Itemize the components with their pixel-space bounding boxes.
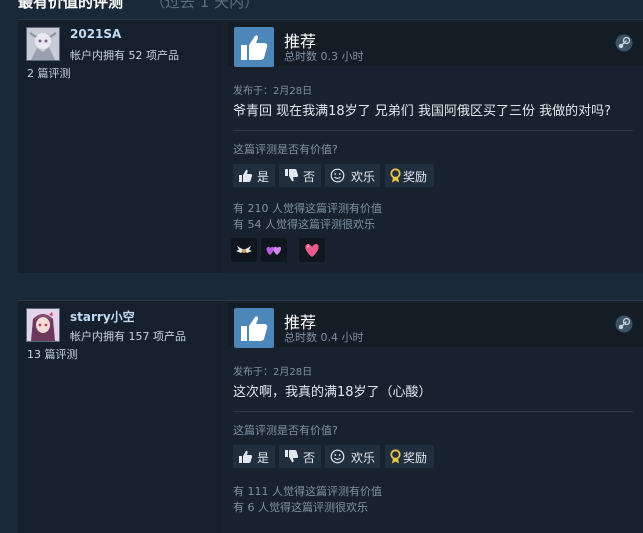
playtime: 总时数 0.3 小时 xyxy=(284,50,364,63)
heart-award-icon[interactable] xyxy=(299,238,325,262)
vote-yes-button[interactable]: 是 xyxy=(233,164,275,187)
section-title: 最有价值的评测 xyxy=(18,0,124,11)
review-author: 2021SA 帐户内拥有 52 项产品 2 篇评测 xyxy=(18,20,223,273)
review-card: 2021SA 帐户内拥有 52 项产品 2 篇评测 推荐 总时数 0.3 小时 … xyxy=(18,19,643,273)
avatar[interactable] xyxy=(26,308,60,342)
vote-no-button[interactable]: 否 xyxy=(279,164,321,187)
helpful-question: 这篇评测是否有价值? xyxy=(233,424,338,437)
posted-date: 发布于：2月28日 xyxy=(233,367,313,378)
award-ribbon-icon xyxy=(390,449,401,464)
products-owned[interactable]: 帐户内拥有 157 项产品 xyxy=(70,328,186,344)
review-author: starry小空 帐户内拥有 157 项产品 13 篇评测 xyxy=(18,301,223,533)
smiley-icon xyxy=(330,449,345,464)
award-button[interactable]: 奖励 xyxy=(385,164,434,187)
review-content: 这次啊，我真的满18岁了（心酸） xyxy=(233,385,432,400)
thumbs-down-icon xyxy=(285,450,299,463)
thumbs-down-icon xyxy=(285,169,299,182)
thumbs-up-icon xyxy=(234,308,274,348)
award-label: 奖励 xyxy=(403,170,428,184)
thumbs-up-icon xyxy=(234,27,274,67)
products-owned[interactable]: 帐户内拥有 52 项产品 xyxy=(70,47,179,63)
playtime: 总时数 0.4 小时 xyxy=(284,331,364,344)
review-body: 推荐 总时数 0.3 小时 发布于：2月28日 爷青回 现在我满18岁了 兄弟们… xyxy=(223,20,643,273)
vote-funny-button[interactable]: 欢乐 xyxy=(325,445,380,468)
review-body: 推荐 总时数 0.4 小时 发布于：2月28日 这次啊，我真的满18岁了（心酸）… xyxy=(223,301,643,533)
helpful-count: 有 210 人觉得这篇评测有价值 xyxy=(233,202,382,215)
review-content: 爷青回 现在我满18岁了 兄弟们 我国阿俄区买了三份 我做的对吗? xyxy=(233,104,611,119)
section-header: 最有价值的评测 （过去 1 天内） xyxy=(0,0,643,12)
vote-funny-label: 欢乐 xyxy=(351,451,376,465)
review-count[interactable]: 13 篇评测 xyxy=(27,346,78,362)
funny-count: 有 6 人觉得这篇评测很欢乐 xyxy=(233,501,368,514)
avatar[interactable] xyxy=(26,27,60,61)
vote-header[interactable]: 推荐 总时数 0.3 小时 xyxy=(228,22,643,67)
smiley-icon xyxy=(330,168,345,183)
vote-yes-label: 是 xyxy=(257,451,270,465)
steam-icon xyxy=(615,34,633,52)
vote-header[interactable]: 推荐 总时数 0.4 小时 xyxy=(228,303,643,348)
review-count[interactable]: 2 篇评测 xyxy=(27,65,71,81)
steam-icon xyxy=(615,315,633,333)
divider xyxy=(233,411,633,412)
award-label: 奖励 xyxy=(403,451,428,465)
divider xyxy=(233,130,633,131)
posted-date: 发布于：2月28日 xyxy=(233,86,313,97)
vote-no-button[interactable]: 否 xyxy=(279,445,321,468)
helpful-count: 有 111 人觉得这篇评测有价值 xyxy=(233,485,382,498)
vote-no-label: 否 xyxy=(303,451,316,465)
vote-yes-button[interactable]: 是 xyxy=(233,445,275,468)
award-ribbon-icon xyxy=(390,168,401,183)
funny-count: 有 54 人觉得这篇评测很欢乐 xyxy=(233,218,375,231)
thumbs-up-icon xyxy=(239,450,253,463)
persona-name[interactable]: 2021SA xyxy=(70,27,121,41)
vote-funny-label: 欢乐 xyxy=(351,170,376,184)
vote-no-label: 否 xyxy=(303,170,316,184)
persona-name[interactable]: starry小空 xyxy=(70,308,135,325)
section-subtitle: （过去 1 天内） xyxy=(150,0,260,11)
vote-funny-button[interactable]: 欢乐 xyxy=(325,164,380,187)
wings-award-icon[interactable] xyxy=(231,238,257,262)
award-button[interactable]: 奖励 xyxy=(385,445,434,468)
hearts-award-icon[interactable] xyxy=(261,238,287,262)
review-card: starry小空 帐户内拥有 157 项产品 13 篇评测 推荐 总时数 0.4… xyxy=(18,300,643,533)
thumbs-up-icon xyxy=(239,169,253,182)
helpful-question: 这篇评测是否有价值? xyxy=(233,143,338,156)
vote-yes-label: 是 xyxy=(257,170,270,184)
